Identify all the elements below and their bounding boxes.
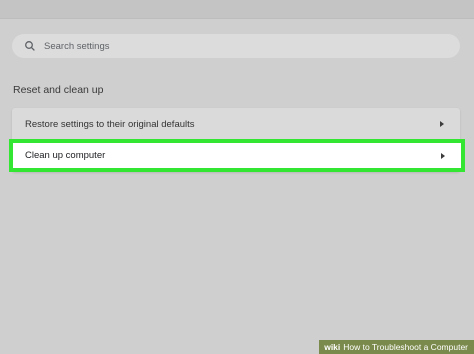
wikihow-watermark: wiki How to Troubleshoot a Computer: [319, 340, 474, 354]
search-placeholder: Search settings: [44, 40, 110, 52]
chevron-right-icon: [441, 152, 445, 159]
browser-top-bar: [0, 0, 474, 19]
watermark-text: How to Troubleshoot a Computer: [343, 342, 468, 352]
search-icon: [22, 38, 38, 54]
search-settings-bar[interactable]: Search settings: [12, 34, 460, 58]
wikihow-logo: wiki: [324, 342, 341, 352]
restore-settings-row[interactable]: Restore settings to their original defau…: [12, 108, 460, 140]
clean-up-computer-row[interactable]: Clean up computer: [9, 139, 465, 172]
restore-settings-label: Restore settings to their original defau…: [25, 118, 195, 130]
chevron-right-icon: [440, 121, 444, 127]
clean-up-computer-label: Clean up computer: [25, 150, 106, 161]
section-title-reset-and-clean-up: Reset and clean up: [13, 84, 104, 96]
